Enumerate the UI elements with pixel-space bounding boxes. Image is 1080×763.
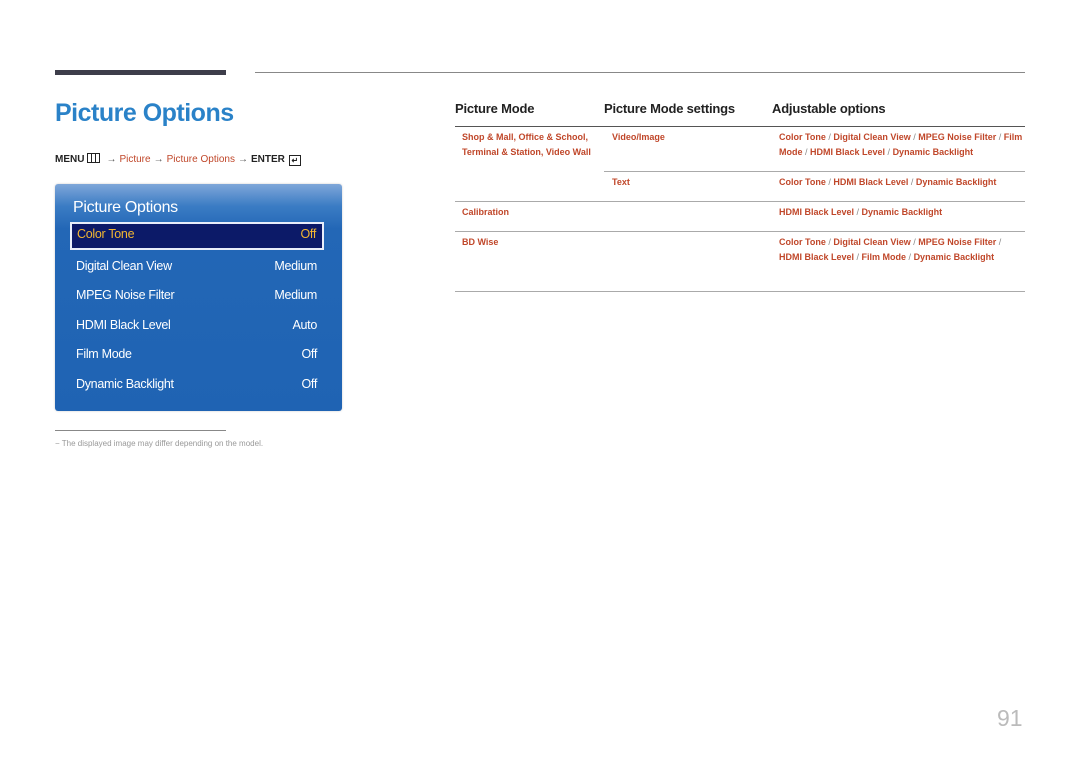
footnote-divider bbox=[55, 430, 226, 431]
table-header-adjustable-options: Adjustable options bbox=[772, 101, 886, 116]
osd-item-mpeg-noise-filter[interactable]: MPEG Noise Filter Medium bbox=[71, 283, 323, 307]
osd-item-digital-clean-view[interactable]: Digital Clean View Medium bbox=[71, 254, 323, 278]
menu-path: MENU → Picture → Picture Options → ENTER ↵ bbox=[55, 153, 301, 166]
page-number: 91 bbox=[997, 705, 1023, 731]
table-header-divider bbox=[455, 126, 1025, 127]
osd-item-label: MPEG Noise Filter bbox=[76, 288, 175, 302]
path-picture[interactable]: Picture bbox=[119, 154, 150, 165]
table-row-divider bbox=[455, 201, 1025, 202]
osd-item-label: Dynamic Backlight bbox=[76, 377, 174, 391]
osd-menu: Picture Options Color Tone Off Digital C… bbox=[55, 184, 342, 411]
option-link: Color Tone bbox=[779, 132, 826, 142]
table-cell-setting: Text bbox=[612, 177, 630, 187]
table-cell-options: Color Tone / Digital Clean View / MPEG N… bbox=[779, 130, 1023, 159]
option-link: Color Tone bbox=[779, 237, 826, 247]
option-link: Digital Clean View bbox=[833, 132, 911, 142]
table-cell-options: Color Tone / Digital Clean View / MPEG N… bbox=[779, 235, 1015, 264]
option-link: HDMI Black Level bbox=[779, 207, 855, 217]
separator: / bbox=[854, 207, 862, 217]
osd-item-label: Color Tone bbox=[77, 227, 135, 241]
option-link: Digital Clean View bbox=[833, 237, 911, 247]
table-bottom-divider bbox=[455, 291, 1025, 292]
option-link: Dynamic Backlight bbox=[913, 251, 995, 262]
table-cell-options: HDMI Black Level / Dynamic Backlight bbox=[779, 205, 1023, 220]
osd-item-film-mode[interactable]: Film Mode Off bbox=[71, 342, 323, 366]
osd-item-hdmi-black-level[interactable]: HDMI Black Level Auto bbox=[71, 313, 323, 337]
table-cell-mode: Shop & Mall, Office & School, Terminal &… bbox=[462, 132, 591, 157]
option-link: Color Tone bbox=[779, 177, 826, 187]
enter-icon: ↵ bbox=[288, 155, 301, 166]
option-link: Dynamic Backlight bbox=[915, 177, 997, 187]
osd-title: Picture Options bbox=[73, 199, 178, 216]
osd-item-label: HDMI Black Level bbox=[76, 318, 171, 332]
osd-item-label: Film Mode bbox=[76, 347, 132, 361]
osd-item-label: Digital Clean View bbox=[76, 259, 172, 273]
footnote: − The displayed image may differ dependi… bbox=[55, 439, 264, 448]
menu-label: MENU bbox=[55, 154, 85, 165]
separator: / bbox=[906, 251, 914, 262]
separator: / bbox=[996, 237, 1002, 247]
path-picture-options[interactable]: Picture Options bbox=[167, 154, 235, 165]
arrow-icon: → bbox=[237, 154, 248, 165]
option-link: HDMI Black Level bbox=[810, 146, 886, 157]
separator: / bbox=[885, 146, 893, 157]
table-row-divider bbox=[604, 171, 1025, 172]
table-cell-setting: Video/Image bbox=[612, 132, 665, 142]
osd-item-value: Auto bbox=[292, 318, 317, 332]
option-link: HDMI Black Level bbox=[779, 251, 855, 262]
separator: / bbox=[854, 251, 862, 262]
option-link: MPEG Noise Filter bbox=[918, 132, 997, 142]
option-link: Dynamic Backlight bbox=[861, 207, 943, 217]
menu-icon bbox=[87, 153, 101, 163]
table-row-divider bbox=[455, 231, 1025, 232]
separator: / bbox=[802, 146, 811, 157]
osd-item-value: Off bbox=[301, 377, 317, 391]
arrow-icon: → bbox=[106, 154, 117, 165]
arrow-icon: → bbox=[153, 154, 164, 165]
osd-item-value: Medium bbox=[274, 288, 317, 302]
separator: / bbox=[996, 132, 1004, 142]
osd-item-value: Medium bbox=[274, 259, 317, 273]
table-cell-mode: Calibration bbox=[462, 207, 510, 217]
osd-item-dynamic-backlight[interactable]: Dynamic Backlight Off bbox=[71, 372, 323, 396]
separator: / bbox=[908, 177, 916, 187]
table-header-picture-mode-settings: Picture Mode settings bbox=[604, 101, 735, 116]
option-link: MPEG Noise Filter bbox=[918, 237, 997, 247]
enter-label: ENTER bbox=[250, 154, 285, 165]
table-cell-mode: BD Wise bbox=[462, 237, 499, 247]
osd-item-color-tone[interactable]: Color Tone Off bbox=[70, 222, 324, 250]
header-bar-thick bbox=[55, 70, 226, 75]
option-link: HDMI Black Level bbox=[833, 177, 909, 187]
osd-item-value: Off bbox=[300, 227, 316, 241]
table-cell-options: Color Tone / HDMI Black Level / Dynamic … bbox=[779, 175, 1023, 190]
osd-item-value: Off bbox=[301, 347, 317, 361]
header-bar-thin bbox=[255, 72, 1025, 73]
option-link: Film Mode bbox=[861, 251, 907, 262]
table-header-picture-mode: Picture Mode bbox=[455, 101, 535, 116]
page-title: Picture Options bbox=[55, 99, 234, 127]
option-link: Dynamic Backlight bbox=[892, 146, 974, 157]
